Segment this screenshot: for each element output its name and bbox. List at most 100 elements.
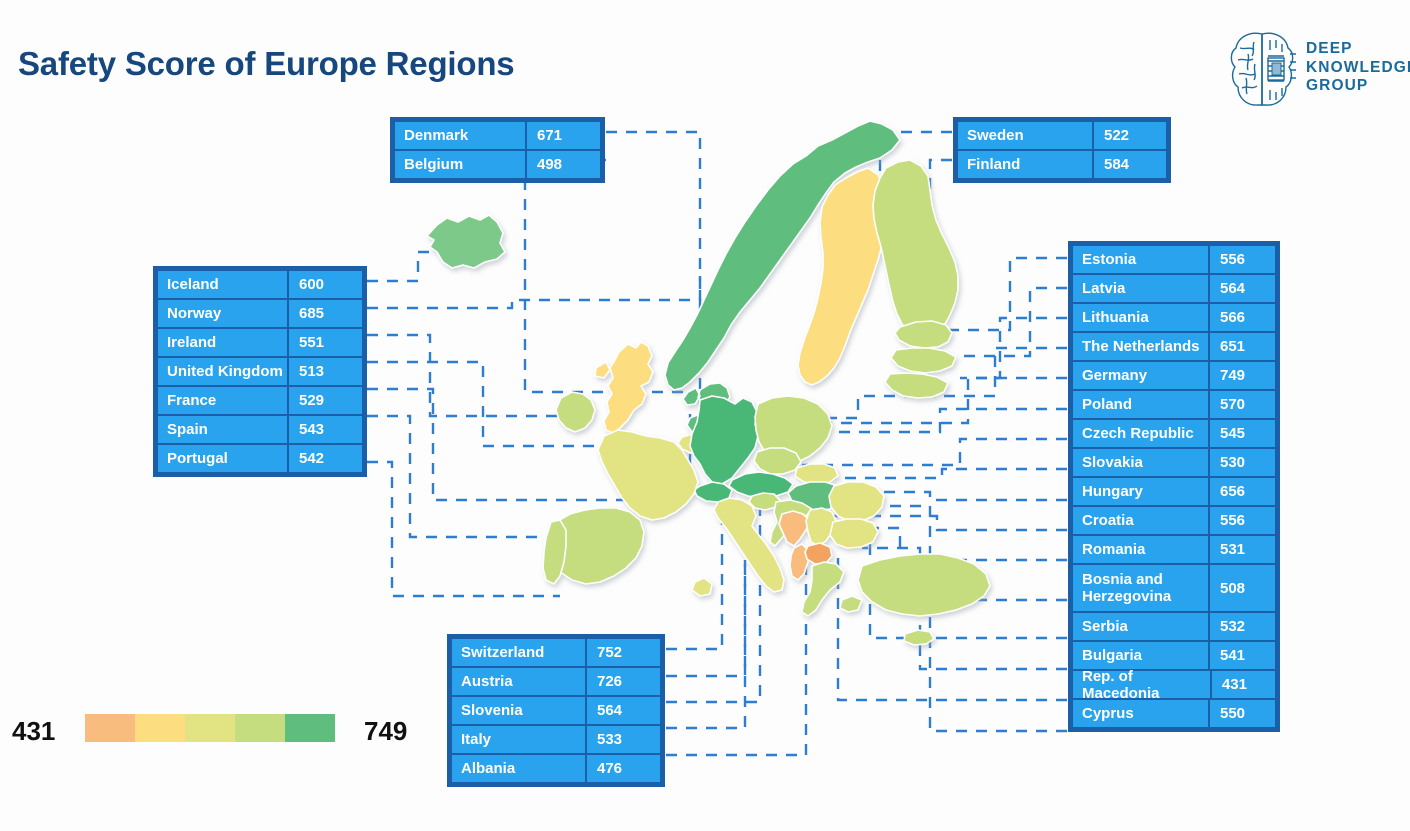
region-name: Albania (452, 755, 585, 782)
region-finland (872, 159, 959, 339)
region-name: Rep. of Macedonia (1073, 668, 1210, 702)
region-score: 531 (1210, 536, 1275, 563)
table-row[interactable]: Rep. of Macedonia 431 (1073, 668, 1275, 702)
score-table-north: Denmark 671 Belgium 498 (390, 117, 605, 183)
region-romania (828, 481, 885, 522)
table-row[interactable]: Hungary 656 (1073, 478, 1275, 505)
table-row[interactable]: Bulgaria 541 (1073, 642, 1275, 669)
score-table-west: Iceland 600 Norway 685 Ireland 551 United King… (153, 266, 367, 477)
region-name: Italy (452, 726, 585, 753)
table-row[interactable]: Italy 533 (452, 726, 660, 753)
region-cyprus (903, 629, 935, 646)
region-name: Estonia (1073, 246, 1208, 273)
region-score: 541 (1210, 642, 1275, 669)
region-name: Bulgaria (1073, 642, 1208, 669)
table-row[interactable]: Sweden 522 (958, 122, 1166, 149)
region-score: 651 (1210, 333, 1275, 360)
table-row[interactable]: Switzerland 752 (452, 639, 660, 666)
region-score: 556 (1210, 246, 1275, 273)
region-greece (801, 561, 863, 617)
region-name: Norway (158, 300, 287, 327)
region-score: 530 (1210, 449, 1275, 476)
region-score: 476 (587, 755, 660, 782)
table-row[interactable]: United Kingdom 513 (158, 358, 362, 385)
region-score: 564 (1210, 275, 1275, 302)
infographic-canvas: Safety Score of Europe Regions DEEP KNOW… (0, 0, 1410, 831)
region-score: 543 (289, 416, 362, 443)
region-name: Czech Republic (1073, 420, 1208, 447)
region-score: 529 (289, 387, 362, 414)
region-name: Croatia (1073, 507, 1208, 534)
region-turkey (857, 553, 991, 617)
region-czech (753, 447, 802, 475)
region-name: Finland (958, 151, 1092, 178)
region-name: Switzerland (452, 639, 585, 666)
region-name: Cyprus (1073, 700, 1208, 727)
region-name: Latvia (1073, 275, 1208, 302)
table-row[interactable]: Belgium 498 (395, 151, 600, 178)
region-iceland (426, 214, 506, 269)
region-bosnia (778, 510, 811, 547)
region-uk (594, 341, 654, 434)
table-row[interactable]: Spain 543 (158, 416, 362, 443)
region-score: 556 (1210, 507, 1275, 534)
region-score: 550 (1210, 700, 1275, 727)
table-row[interactable]: Slovakia 530 (1073, 449, 1275, 476)
table-row[interactable]: The Netherlands 651 (1073, 333, 1275, 360)
region-score: 532 (1210, 613, 1275, 640)
region-latvia (890, 347, 957, 374)
region-name: United Kingdom (158, 358, 287, 385)
region-name: Slovenia (452, 697, 585, 724)
region-score: 570 (1210, 391, 1275, 418)
table-row[interactable]: Austria 726 (452, 668, 660, 695)
table-row[interactable]: Poland 570 (1073, 391, 1275, 418)
region-score: 685 (289, 300, 362, 327)
table-row[interactable]: Slovenia 564 (452, 697, 660, 724)
region-name: Portugal (158, 445, 287, 472)
region-score: 522 (1094, 122, 1166, 149)
region-score: 498 (527, 151, 600, 178)
region-name: Belgium (395, 151, 525, 178)
table-row[interactable]: France 529 (158, 387, 362, 414)
table-row[interactable]: Germany 749 (1073, 362, 1275, 389)
region-name: Serbia (1073, 613, 1208, 640)
region-score: 551 (289, 329, 362, 356)
table-row[interactable]: Ireland 551 (158, 329, 362, 356)
table-row[interactable]: Denmark 671 (395, 122, 600, 149)
region-name: Iceland (158, 271, 287, 298)
region-name: Ireland (158, 329, 287, 356)
region-score: 656 (1210, 478, 1275, 505)
table-row[interactable]: Lithuania 566 (1073, 304, 1275, 331)
table-row[interactable]: Estonia 556 (1073, 246, 1275, 273)
region-score: 600 (289, 271, 362, 298)
region-ireland (555, 391, 596, 433)
table-row[interactable]: Iceland 600 (158, 271, 362, 298)
table-row[interactable]: Croatia 556 (1073, 507, 1275, 534)
region-macedonia (804, 542, 833, 565)
region-name: The Netherlands (1073, 333, 1208, 360)
table-row[interactable]: Romania 531 (1073, 536, 1275, 563)
score-table-northeast: Sweden 522 Finland 584 (953, 117, 1171, 183)
region-lithuania (884, 372, 949, 399)
legend-max-value: 749 (364, 716, 408, 746)
table-row[interactable]: Bosnia and Herzegovina 508 (1073, 565, 1275, 611)
region-name: Germany (1073, 362, 1208, 389)
region-score: 431 (1211, 671, 1275, 698)
region-name: Sweden (958, 122, 1092, 149)
table-row[interactable]: Czech Republic 545 (1073, 420, 1275, 447)
region-slovakia (794, 463, 839, 485)
region-name: France (158, 387, 287, 414)
table-row[interactable]: Finland 584 (958, 151, 1166, 178)
table-row[interactable]: Albania 476 (452, 755, 660, 782)
legend-swatch-2 (135, 714, 185, 742)
table-row[interactable]: Cyprus 550 (1073, 700, 1275, 727)
table-row[interactable]: Norway 685 (158, 300, 362, 327)
region-name: Austria (452, 668, 585, 695)
region-score: 584 (1094, 151, 1166, 178)
region-score: 566 (1210, 304, 1275, 331)
table-row[interactable]: Serbia 532 (1073, 613, 1275, 640)
region-score: 749 (1210, 362, 1275, 389)
table-row[interactable]: Portugal 542 (158, 445, 362, 472)
region-albania (789, 543, 809, 581)
table-row[interactable]: Latvia 564 (1073, 275, 1275, 302)
